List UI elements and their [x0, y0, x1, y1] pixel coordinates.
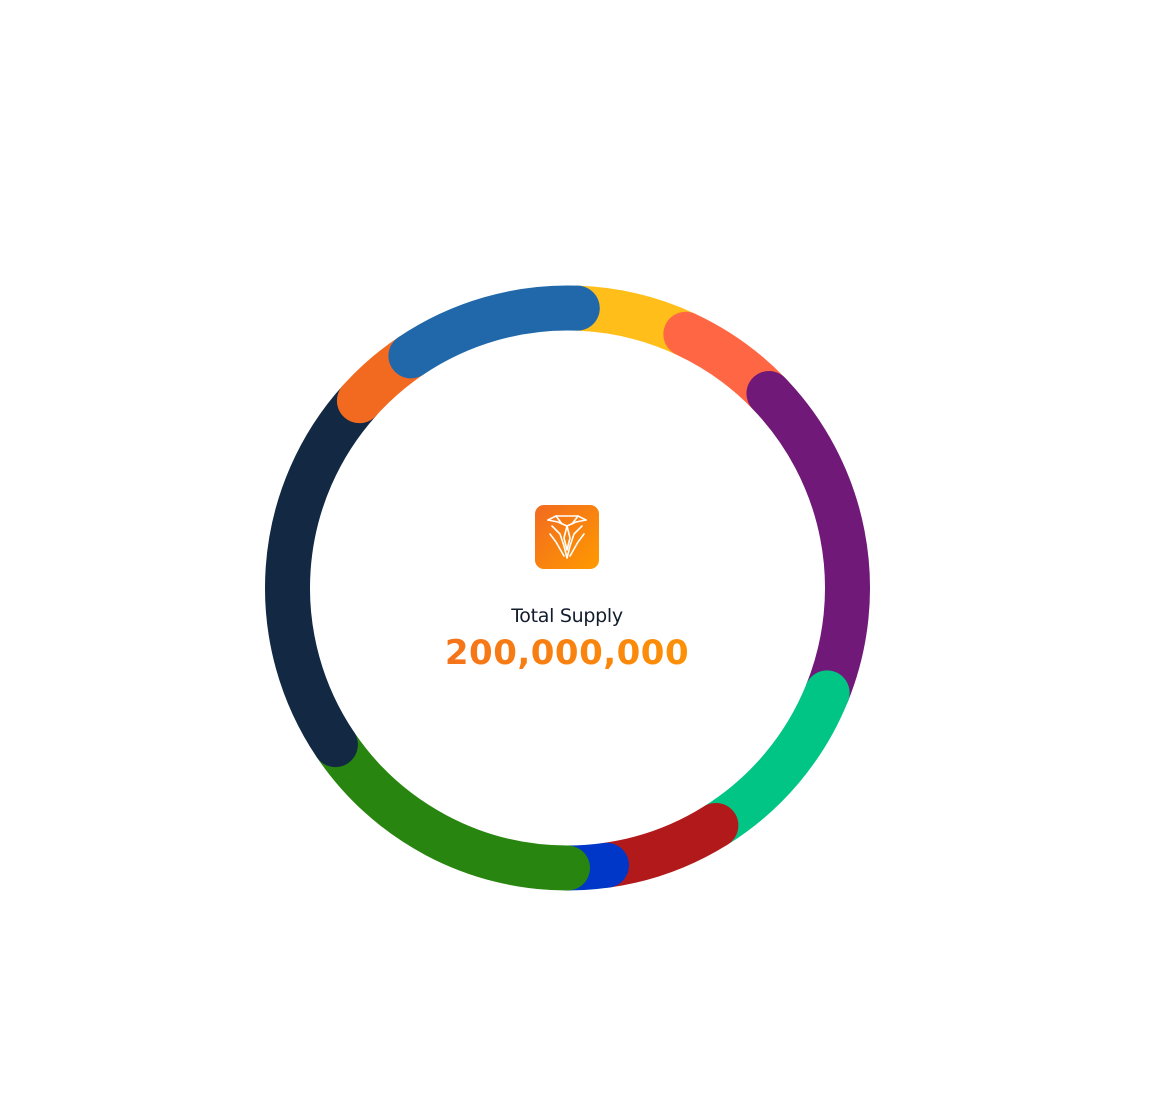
token-distribution-chart: Total Supply 200,000,000	[0, 0, 1161, 1111]
lion-logo-icon	[535, 505, 599, 569]
donut-slice-7	[312, 722, 590, 891]
donut-slice-10	[388, 285, 600, 379]
donut-slice-4	[693, 670, 850, 848]
donut-slice-3	[746, 371, 870, 716]
total-supply-label: Total Supply	[511, 605, 623, 627]
donut-slice-8	[265, 378, 382, 768]
center-summary: Total Supply 200,000,000	[367, 505, 767, 673]
total-supply-value: 200,000,000	[367, 633, 767, 673]
